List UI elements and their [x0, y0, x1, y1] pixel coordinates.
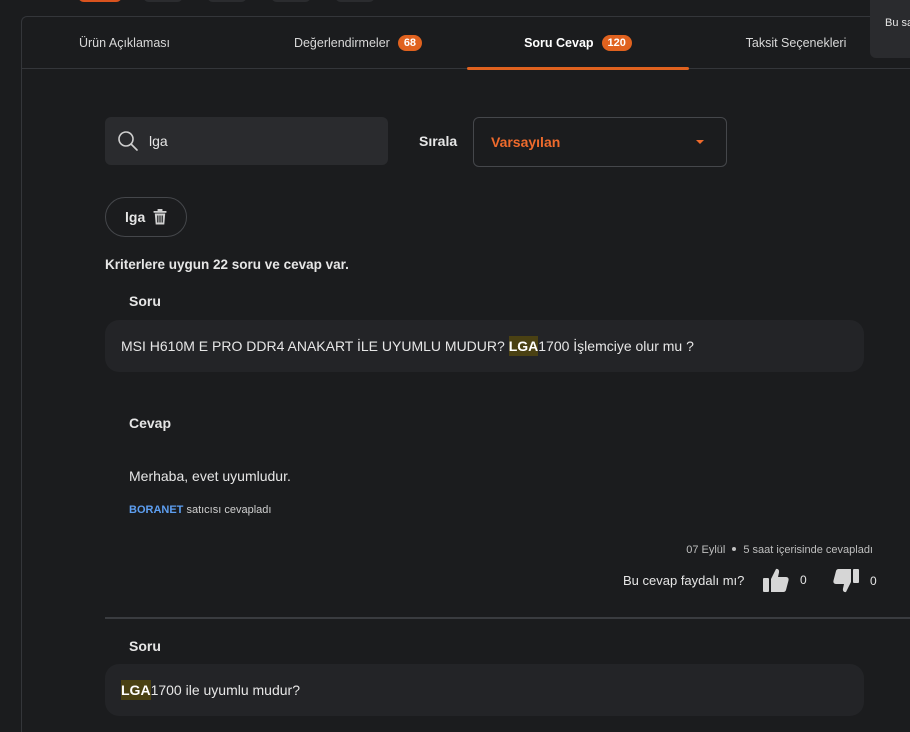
sort-selected-value: Varsayılan [491, 134, 561, 150]
tab-label: Taksit Seçenekleri [745, 36, 847, 50]
caret-down-icon [696, 140, 704, 144]
thumbs-up-icon [763, 568, 789, 592]
tab-label: Ürün Açıklaması [78, 36, 170, 50]
tab-questions-answers[interactable]: Soru Cevap 120 [467, 17, 689, 70]
answer-text: Merhaba, evet uyumludur. [129, 468, 291, 484]
search-box[interactable] [105, 117, 388, 165]
qa-divider [105, 617, 910, 619]
separator-dot [732, 547, 737, 551]
seller-info: BORANET satıcısı cevapladı [129, 504, 271, 516]
helpful-label: Bu cevap faydalı mı? [623, 573, 745, 588]
filter-chip-label: lga [125, 209, 146, 225]
question-box: MSI H610M E PRO DDR4 ANAKART İLE UYUMLU … [105, 320, 864, 372]
dislike-count: 0 [870, 574, 877, 588]
question-text: MSI H610M E PRO DDR4 ANAKART İLE UYUMLU … [121, 338, 509, 354]
tab-product-description[interactable]: Ürün Açıklaması [22, 17, 227, 69]
tab-reviews[interactable]: Değerlendirmeler 68 [247, 17, 469, 69]
question-label: Soru [129, 638, 161, 654]
search-highlight: LGA [508, 336, 539, 356]
top-button-stub[interactable] [271, 0, 311, 2]
tooltip: Bu sa [870, 0, 910, 58]
top-button-stub[interactable] [78, 0, 122, 2]
answer-meta: 07 Eylül 5 saat içerisinde cevapladı [686, 544, 873, 556]
search-highlight: LGA [121, 680, 151, 700]
sort-dropdown[interactable]: Varsayılan [473, 117, 727, 167]
reviews-count-badge: 68 [397, 35, 423, 51]
top-button-stub[interactable] [143, 0, 183, 2]
sort-label: Sırala [419, 133, 458, 149]
tab-label: Soru Cevap [524, 36, 594, 50]
like-button[interactable]: 0 [763, 568, 807, 592]
trash-icon[interactable] [153, 209, 167, 225]
question-label: Soru [129, 293, 161, 309]
seller-name[interactable]: BORANET [129, 504, 183, 516]
answer-time: 5 saat içerisinde cevapladı [743, 544, 873, 556]
tab-bar: Ürün Açıklaması Değerlendirmeler 68 Soru… [22, 17, 910, 70]
question-text-rest: 1700 ile uyumlu mudur? [150, 682, 300, 698]
answer-date: 07 Eylül [686, 544, 726, 556]
question-text-rest: 1700 İşlemciye olur mu ? [538, 338, 694, 354]
top-button-stub[interactable] [207, 0, 247, 2]
questions-count-badge: 120 [601, 35, 632, 51]
top-button-stub[interactable] [335, 0, 375, 2]
result-count: Kriterlere uygun 22 soru ve cevap var. [105, 257, 349, 272]
dislike-button[interactable]: 0 [833, 569, 877, 593]
seller-suffix: satıcısı cevapladı [183, 504, 272, 516]
question-box: LGA 1700 ile uyumlu mudur? [105, 664, 864, 716]
tab-label: Değerlendirmeler [293, 36, 390, 50]
filter-chip[interactable]: lga [105, 197, 187, 237]
like-count: 0 [800, 573, 807, 587]
search-icon [118, 131, 138, 151]
tooltip-text: Bu sa [885, 17, 910, 29]
qa-page: Ürün Açıklaması Değerlendirmeler 68 Soru… [0, 0, 910, 732]
answer-label: Cevap [129, 415, 172, 431]
search-input[interactable] [149, 133, 369, 149]
thumbs-down-icon [833, 569, 859, 593]
